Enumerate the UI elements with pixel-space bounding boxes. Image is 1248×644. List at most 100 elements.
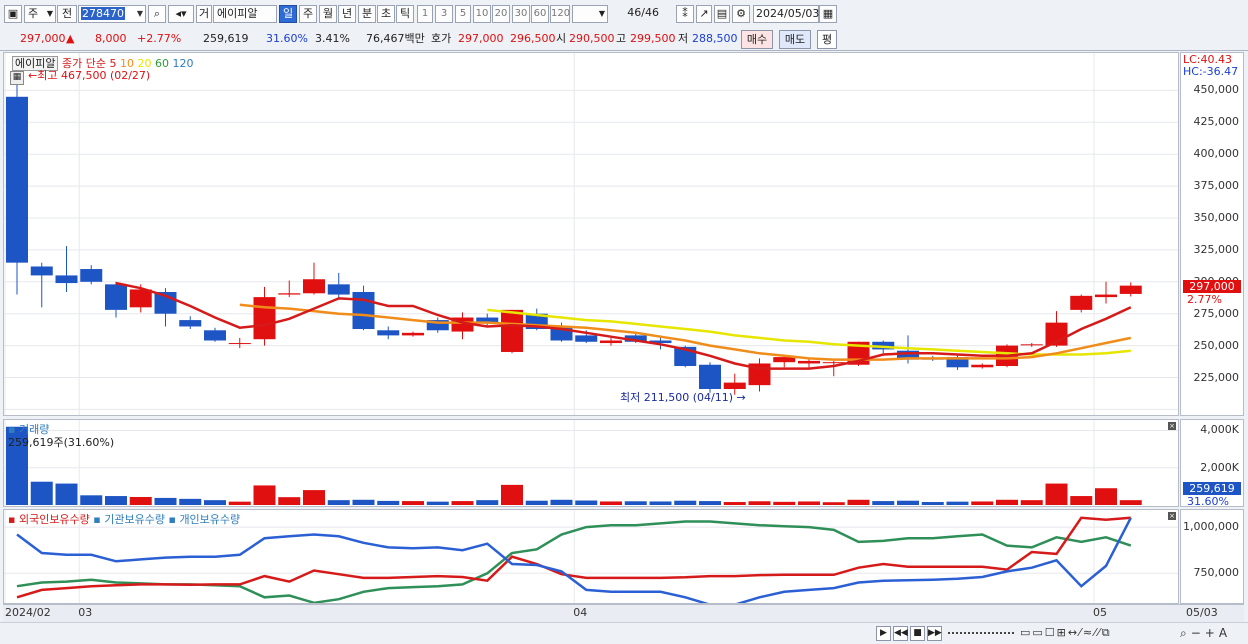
price-axis-label: 425,000 (1193, 115, 1240, 129)
interval-button-5[interactable]: 30 (512, 5, 530, 23)
volume-current-tag: 259,619 (1183, 482, 1241, 495)
buy-button[interactable]: 매수 (741, 30, 773, 49)
stock-code-input[interactable]: 278470 ▼ (78, 5, 146, 23)
custom-interval-select[interactable]: ▼ (572, 5, 608, 23)
volume-chart (4, 420, 1178, 506)
tab-period-4[interactable]: 분 (358, 5, 376, 23)
speaker-icon[interactable]: ◂▾ (168, 5, 194, 23)
volume-chart-pane[interactable]: ▪ 거래량 259,619주(31.60%) × (3, 419, 1179, 507)
candle-body (30, 266, 53, 276)
price-axis: LC:40.43 HC:-36.47 450,000 425,000 400,000… (1180, 52, 1244, 416)
candle-body (327, 284, 350, 295)
rewind-icon[interactable]: ◀◀ (893, 626, 908, 641)
interval-button-1[interactable]: 3 (435, 5, 453, 23)
stock-code-text: 278470 (81, 7, 125, 20)
save-icon[interactable]: ▤ (714, 5, 730, 23)
volume-bar (105, 496, 127, 505)
candle-body (402, 332, 424, 336)
sell-button[interactable]: 매도 (779, 30, 811, 49)
volume-bar (1070, 496, 1093, 505)
volume-bar (1119, 500, 1142, 505)
zoom-controls[interactable]: ⌕−+A (1180, 626, 1231, 641)
font-size-icon[interactable]: A (1219, 626, 1231, 640)
grid-toggle-icon[interactable]: ▦ (10, 71, 24, 85)
forward-icon[interactable]: ▶▶ (927, 626, 942, 641)
tab-period-6[interactable]: 틱 (396, 5, 414, 23)
candle-body (278, 293, 301, 295)
ma120-legend[interactable]: 120 (172, 57, 193, 70)
individual-legend-text: 개인보유수량 (179, 513, 241, 526)
tab-period-2[interactable]: 월 (319, 5, 337, 23)
chart-type-icon[interactable]: ⁑ (676, 5, 694, 23)
volume-bar (723, 502, 746, 505)
stop-icon[interactable]: ■ (910, 626, 925, 641)
drawing-tools-icon[interactable]: ▭▭☐⊞↔⁄≈⁄⁄⧉ (1020, 626, 1112, 640)
volume-bar (426, 501, 449, 505)
holdings-chart-pane[interactable]: ▪ 외국인보유수량 ▪ 기관보유수량 ▪ 개인보유수량 × (3, 509, 1179, 604)
volume-bar (352, 499, 375, 505)
candle-body (822, 362, 845, 364)
volume-bar (946, 501, 969, 505)
average-button[interactable]: 평 (817, 30, 837, 49)
price-change: 8,000 (95, 32, 127, 45)
volume-bar (303, 490, 325, 505)
foreign-legend[interactable]: ▪ 외국인보유수량 (8, 513, 90, 526)
volume-bar (847, 499, 870, 505)
candle-body (1020, 344, 1043, 346)
search-icon[interactable]: ⌕ (148, 5, 166, 23)
gear-icon[interactable]: ⚙ (732, 5, 750, 23)
market-label: 주 (28, 7, 39, 20)
date-axis: 2024/02 03 04 05 05/03 (3, 604, 1244, 622)
zoom-out-icon[interactable]: − (1191, 626, 1205, 640)
high-annotation-text: 최고 467,500 (02/27) (37, 69, 151, 82)
candle-body (204, 330, 226, 341)
close-icon[interactable]: × (1168, 422, 1176, 430)
volume-bar (129, 496, 152, 505)
chevron-down-icon: ▼ (598, 9, 605, 18)
market-select[interactable]: 주 ▼ (24, 5, 56, 23)
volume-bar (476, 500, 499, 505)
close-icon[interactable]: × (1168, 512, 1176, 520)
institution-legend-text: 기관보유수량 (104, 513, 165, 526)
tab-period-3[interactable]: 년 (338, 5, 356, 23)
individual-legend[interactable]: ▪ 개인보유수량 (168, 513, 240, 526)
volume-axis-label: 4,000K (1200, 423, 1239, 437)
candle-body (971, 364, 994, 368)
zoom-in-icon[interactable]: + (1205, 626, 1219, 640)
volume-bar (1095, 488, 1117, 505)
up-arrow-icon: ▲ (66, 32, 75, 45)
interval-button-2[interactable]: 5 (455, 5, 471, 23)
date-field[interactable]: 2024/05/03 (753, 5, 819, 23)
zoom-icon[interactable]: ⌕ (1180, 626, 1191, 640)
ma60-legend[interactable]: 60 (155, 57, 169, 70)
interval-button-7[interactable]: 120 (550, 5, 570, 23)
play-icon[interactable]: ▶ (876, 626, 891, 641)
interval-button-0[interactable]: 1 (417, 5, 433, 23)
prev-ref-button[interactable]: 전 (57, 5, 77, 23)
volume-bar (154, 497, 177, 505)
price-axis-label: 400,000 (1193, 147, 1240, 161)
holdings-axis-label: 1,000,000 (1183, 520, 1239, 534)
calendar-icon[interactable]: ▦ (819, 5, 837, 23)
candle-body (55, 275, 78, 284)
tab-period-5[interactable]: 초 (377, 5, 395, 23)
volume-bar (55, 483, 78, 505)
price-chart-pane[interactable]: 에이피알 종가 단순 5 10 20 60 120 ▦ ←최고 467,500 … (3, 52, 1179, 416)
interval-button-6[interactable]: 60 (531, 5, 549, 23)
draw-tool-icon[interactable]: ↗ (696, 5, 712, 23)
interval-button-3[interactable]: 10 (473, 5, 491, 23)
institution-legend[interactable]: ▪ 기관보유수량 (93, 513, 165, 526)
volume-bar (402, 501, 424, 505)
volume-bar (996, 499, 1018, 505)
chevron-down-icon: ▼ (136, 9, 143, 18)
volume-bar (253, 485, 276, 505)
chart-menu-icon[interactable]: ▣ (4, 5, 22, 23)
stock-name-field[interactable]: 에이피알 (213, 5, 277, 23)
interval-button-4[interactable]: 20 (492, 5, 510, 23)
tab-period-1[interactable]: 주 (299, 5, 317, 23)
tab-period-0[interactable]: 일 (279, 5, 297, 23)
current-price: 297,000 (20, 32, 66, 45)
candle-body (6, 96, 28, 263)
candle-body (1095, 294, 1117, 298)
scroll-slider[interactable] (948, 632, 1014, 636)
